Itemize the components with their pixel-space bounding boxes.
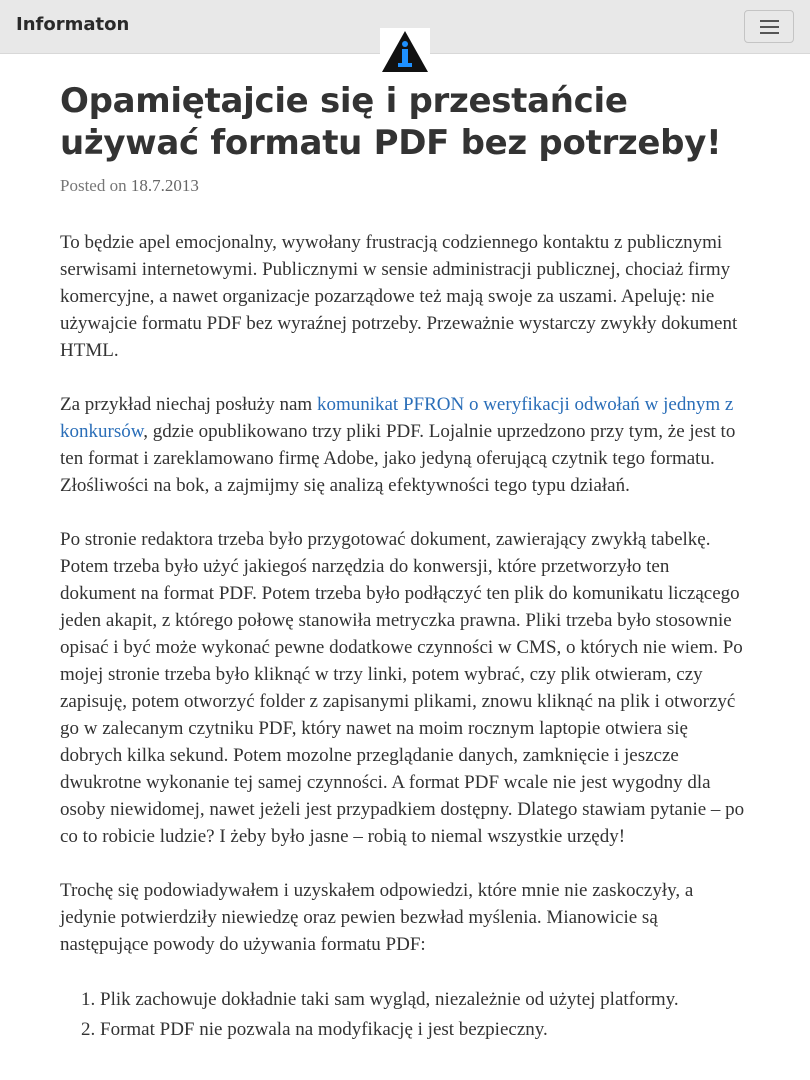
paragraph-2-intro: Za przykład niechaj posłuży nam: [60, 394, 317, 415]
article: Opamiętajcie się i przestańcie używać fo…: [60, 80, 750, 1046]
list-item: Format PDF nie pozwala na modyfikację i …: [100, 1016, 750, 1043]
hamburger-menu-icon: [760, 20, 779, 22]
menu-toggle-button[interactable]: [744, 10, 794, 43]
hamburger-menu-icon-bar: [760, 26, 779, 28]
posted-prefix: Posted on: [60, 176, 127, 195]
paragraph-4: Trochę się podowiadywałem i uzyskałem od…: [60, 880, 694, 955]
paragraph-2-rest: , gdzie opublikowano trzy pliki PDF. Loj…: [60, 421, 736, 496]
hamburger-menu-icon-bar: [760, 32, 779, 34]
paragraph-3: Po stronie redaktora trzeba było przygot…: [60, 529, 745, 847]
posted-meta: Posted on 18.7.2013: [60, 174, 750, 198]
paragraph-2: Za przykład niechaj posłuży nam komunika…: [60, 391, 750, 499]
info-triangle-logo-icon[interactable]: [380, 28, 430, 74]
brand-link[interactable]: Informaton: [16, 14, 129, 35]
paragraph-1: To będzie apel emocjonalny, wywołany fru…: [60, 232, 738, 361]
article-title: Opamiętajcie się i przestańcie używać fo…: [60, 81, 722, 163]
posted-date: 18.7.2013: [130, 176, 199, 195]
reasons-list: Plik zachowuje dokładnie taki sam wygląd…: [60, 986, 750, 1043]
list-item: Plik zachowuje dokładnie taki sam wygląd…: [100, 986, 750, 1013]
